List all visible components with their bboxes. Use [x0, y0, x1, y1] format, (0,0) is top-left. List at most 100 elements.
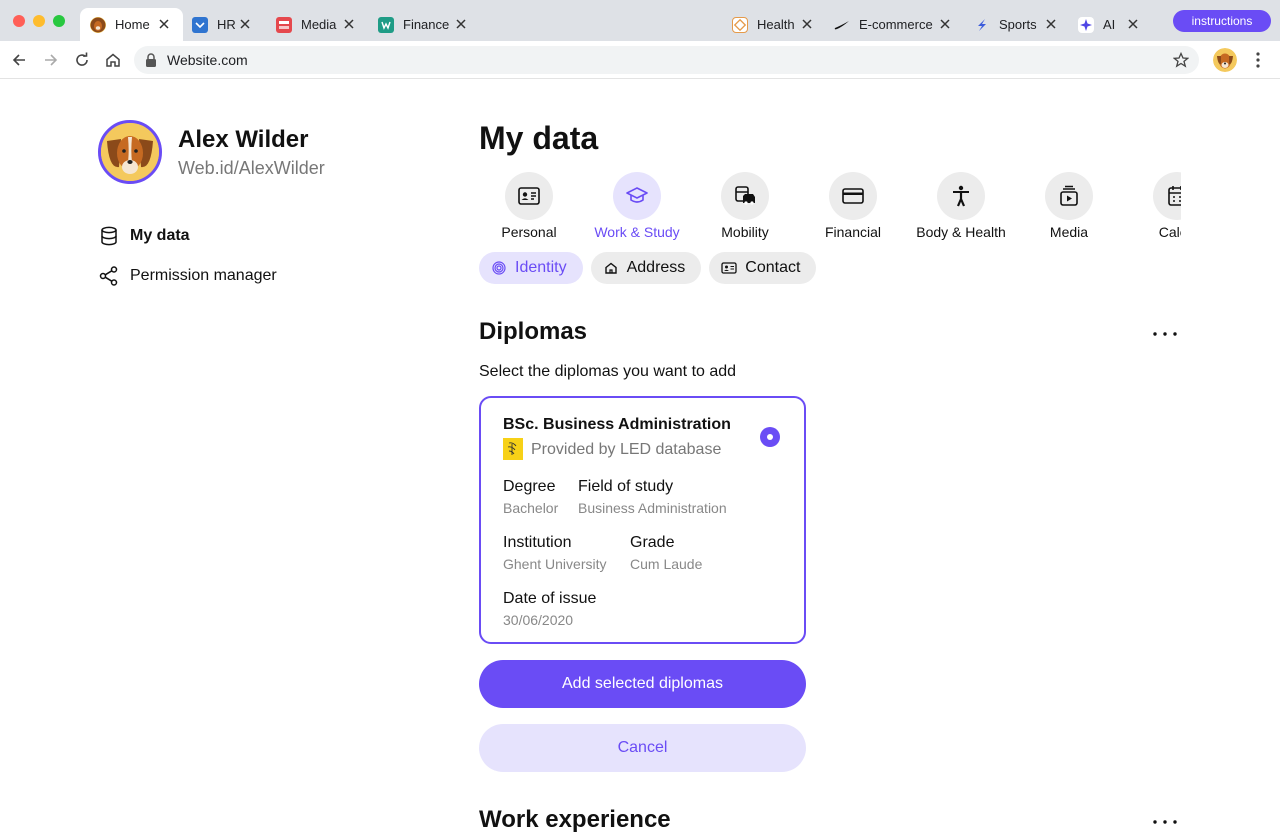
- tab-hr[interactable]: HR: [182, 8, 264, 41]
- dog-avatar-favicon-icon: [90, 16, 106, 33]
- work-experience-section-title: Work experience: [479, 806, 671, 832]
- field-label: Institution: [503, 534, 572, 551]
- field-label: Field of study: [578, 478, 674, 495]
- field-value: Bachelor: [503, 500, 559, 516]
- window-close-button[interactable]: [13, 15, 25, 27]
- chip-label: Identity: [515, 259, 567, 276]
- chip-label: Contact: [745, 259, 801, 276]
- sports-favicon-icon: [974, 17, 990, 33]
- provider-logo-icon: [503, 438, 523, 460]
- user-handle: Web.id/AlexWilder: [178, 158, 325, 178]
- calendar-icon: [1153, 172, 1181, 220]
- id-card-icon: [505, 172, 553, 220]
- chip-address[interactable]: Address: [590, 252, 702, 284]
- instructions-button[interactable]: instructions: [1173, 10, 1271, 32]
- tab-mobility[interactable]: Mobility: [691, 172, 799, 240]
- category-label: Calen: [1158, 224, 1181, 240]
- tab-financial[interactable]: Financial: [799, 172, 907, 240]
- ecommerce-favicon-icon: [834, 17, 850, 33]
- diploma-card[interactable]: BSc. Business Administration Provided by…: [479, 396, 806, 644]
- tab-ai[interactable]: AI: [1070, 8, 1152, 41]
- browser-profile-avatar[interactable]: [1213, 48, 1237, 72]
- tab-label: E-commerce: [859, 17, 933, 32]
- sidebar-item-permission-manager[interactable]: Permission manager: [98, 264, 277, 288]
- provider-text: Provided by LED database: [531, 441, 722, 458]
- browser-menu-icon[interactable]: [1251, 51, 1265, 69]
- tab-work-study[interactable]: Work & Study: [583, 172, 691, 240]
- close-icon[interactable]: [454, 17, 468, 31]
- category-label: Media: [1049, 224, 1089, 240]
- close-icon[interactable]: [800, 17, 814, 31]
- tab-label: Home: [115, 17, 150, 32]
- close-icon[interactable]: [238, 17, 252, 31]
- category-label: Personal: [501, 224, 557, 240]
- close-icon[interactable]: [1126, 17, 1140, 31]
- browser-tab-bar: Home HR Media Finance Health E-commerce …: [0, 0, 1280, 41]
- home-icon[interactable]: [104, 51, 122, 69]
- tab-media[interactable]: Media: [1015, 172, 1123, 240]
- tab-label: Finance: [403, 17, 450, 32]
- tab-label: Health: [757, 17, 795, 32]
- close-icon[interactable]: [1044, 17, 1058, 31]
- user-name: Alex Wilder: [178, 126, 309, 153]
- chip-label: Address: [626, 259, 686, 276]
- media-play-icon: [1045, 172, 1093, 220]
- vehicle-icon: [721, 172, 769, 220]
- person-icon: [937, 172, 985, 220]
- category-label: Financial: [824, 224, 882, 240]
- share-icon: [98, 265, 120, 287]
- tab-media[interactable]: Media: [266, 8, 368, 41]
- database-icon: [98, 225, 120, 247]
- tab-ecommerce[interactable]: E-commerce: [826, 8, 964, 41]
- category-label: Mobility: [721, 224, 769, 240]
- field-institution: Institution Ghent University: [503, 534, 606, 572]
- browser-toolbar: Website.com: [0, 41, 1280, 79]
- cancel-button[interactable]: Cancel: [479, 724, 806, 772]
- field-label: Date of issue: [503, 590, 597, 607]
- field-grade: Grade Cum Laude: [630, 534, 702, 572]
- field-value: Ghent University: [503, 556, 607, 572]
- contact-card-icon: [721, 260, 737, 276]
- more-options-icon[interactable]: [1152, 326, 1178, 336]
- ai-favicon-icon: [1078, 16, 1094, 33]
- tab-calendar[interactable]: Calen: [1123, 172, 1181, 240]
- bookmark-star-icon[interactable]: [1172, 51, 1190, 68]
- tab-finance[interactable]: Finance: [368, 8, 480, 41]
- diplomas-subtitle: Select the diplomas you want to add: [479, 363, 737, 380]
- finance-favicon-icon: [378, 16, 394, 33]
- more-options-icon[interactable]: [1152, 814, 1178, 824]
- page-title: My data: [479, 120, 599, 156]
- tab-label: AI: [1103, 17, 1116, 32]
- close-icon[interactable]: [938, 17, 952, 31]
- sidebar-item-label: Permission manager: [130, 267, 277, 284]
- field-degree: Degree Bachelor: [503, 478, 558, 516]
- window-minimize-button[interactable]: [33, 15, 45, 27]
- category-tabs: Personal Work & Study Mobility Financial…: [479, 172, 1181, 242]
- close-icon[interactable]: [342, 17, 356, 31]
- address-bar[interactable]: Website.com: [134, 46, 1199, 74]
- tab-sports[interactable]: Sports: [964, 8, 1070, 41]
- credit-card-icon: [829, 172, 877, 220]
- sidebar-item-my-data[interactable]: My data: [98, 224, 190, 248]
- back-arrow-icon[interactable]: [10, 51, 28, 69]
- tab-personal[interactable]: Personal: [479, 172, 583, 240]
- diploma-select-radio[interactable]: [760, 427, 780, 447]
- add-selected-diplomas-button[interactable]: Add selected diplomas: [479, 660, 806, 708]
- hr-favicon-icon: [192, 16, 208, 33]
- chip-contact[interactable]: Contact: [709, 252, 817, 284]
- forward-arrow-icon[interactable]: [42, 51, 60, 69]
- close-icon[interactable]: [157, 17, 171, 31]
- sidebar-item-label: My data: [130, 227, 190, 244]
- url-text: Website.com: [167, 52, 248, 68]
- chip-identity[interactable]: Identity: [479, 252, 583, 284]
- field-label: Grade: [630, 534, 675, 551]
- tab-body-health[interactable]: Body & Health: [907, 172, 1015, 240]
- field-value: Business Administration: [578, 500, 727, 516]
- tab-home[interactable]: Home: [80, 8, 183, 41]
- diploma-title: BSc. Business Administration: [503, 416, 731, 433]
- tab-health[interactable]: Health: [722, 8, 826, 41]
- tab-label: Sports: [999, 17, 1037, 32]
- reload-icon[interactable]: [73, 51, 91, 69]
- graduation-cap-icon: [613, 172, 661, 220]
- window-maximize-button[interactable]: [53, 15, 65, 27]
